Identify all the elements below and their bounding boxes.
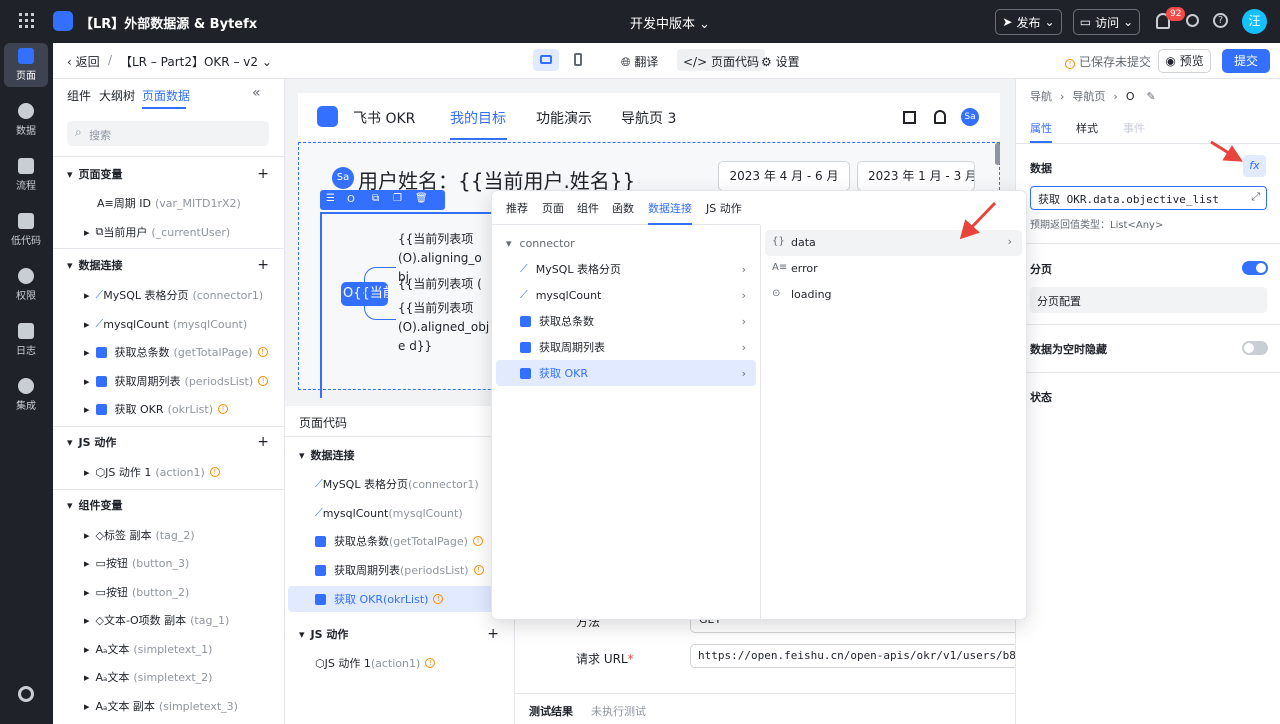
- arrowhead: [1222, 145, 1243, 162]
- annotation-arrows: [959, 140, 1243, 240]
- arrow-to-data-field: [968, 201, 997, 231]
